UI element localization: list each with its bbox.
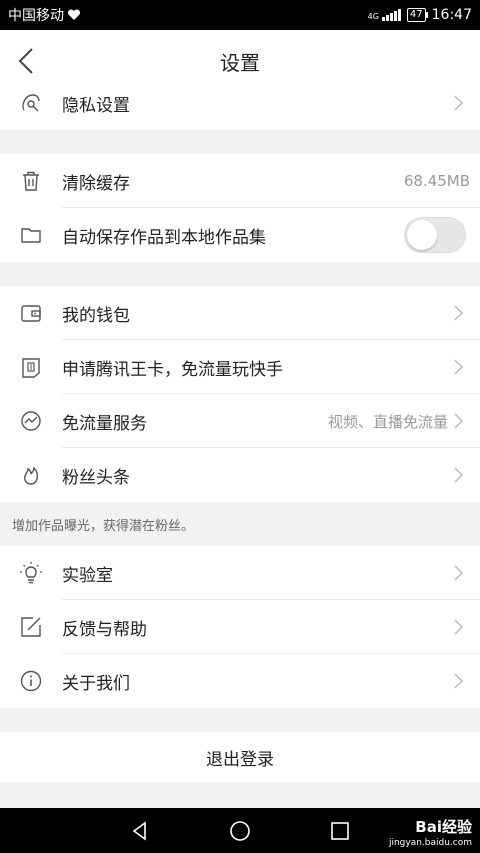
settings-row-clear-cache[interactable]: 清除缓存 68.45MB [0, 154, 480, 208]
settings-list[interactable]: 隐私设置 清除缓存 68.45MB 自动保存作品到本地作品集 我的钱包 申请腾讯… [0, 92, 480, 808]
chevron-right-icon [454, 467, 464, 483]
nav-bar: 设置 [0, 30, 480, 92]
settings-row-auto-save[interactable]: 自动保存作品到本地作品集 [0, 208, 480, 262]
carrier-name: 中国移动 [8, 8, 64, 24]
fans-headline-hint: 增加作品曝光，获得潜在粉丝。 [0, 502, 480, 546]
recents-square-icon[interactable] [329, 820, 351, 842]
watermark-brand: Bai经验 [415, 818, 472, 836]
section-about: 实验室 反馈与帮助 关于我们 [0, 546, 480, 708]
trash-icon [23, 171, 39, 191]
row-label: 关于我们 [62, 673, 130, 694]
data-free-icon [21, 411, 41, 431]
settings-row-tencent-card[interactable]: 申请腾讯王卡，免流量玩快手 [0, 340, 480, 394]
flame-icon [24, 466, 39, 485]
chevron-right-icon [454, 673, 464, 689]
lightbulb-icon [20, 562, 42, 584]
info-icon [20, 670, 42, 692]
row-label: 隐私设置 [62, 95, 130, 116]
row-label: 清除缓存 [62, 173, 130, 194]
watermark: Bai经验 jingyan.baidu.com [389, 819, 472, 851]
cache-size: 68.45MB [403, 172, 470, 190]
chevron-right-icon [454, 359, 464, 375]
chevron-right-icon [454, 413, 464, 429]
clock: 16:47 [431, 7, 472, 23]
settings-row-data-free[interactable]: 免流量服务 视频、直播免流量 [0, 394, 480, 448]
chevron-right-icon [454, 619, 464, 635]
battery-icon: 47 [406, 8, 428, 22]
privacy-icon [22, 94, 40, 112]
chevron-right-icon [454, 95, 464, 111]
signal-icon: 4G [368, 9, 401, 21]
section-storage: 清除缓存 68.45MB 自动保存作品到本地作品集 [0, 154, 480, 262]
row-label: 免流量服务 [62, 413, 147, 434]
heart-icon [67, 9, 81, 20]
row-label: 自动保存作品到本地作品集 [62, 227, 266, 248]
settings-row-feedback[interactable]: 反馈与帮助 [0, 600, 480, 654]
chevron-right-icon [454, 305, 464, 321]
tencent-card-icon [22, 358, 40, 378]
carrier: 中国移动 [8, 5, 81, 25]
settings-row-wallet[interactable]: 我的钱包 [0, 286, 480, 340]
folder-icon [21, 228, 41, 243]
watermark-url: jingyan.baidu.com [388, 838, 472, 848]
row-label: 反馈与帮助 [62, 619, 147, 640]
settings-row-privacy[interactable]: 隐私设置 [0, 92, 480, 130]
row-label: 实验室 [62, 565, 113, 586]
page-title: 设置 [220, 50, 260, 75]
feedback-icon [21, 617, 41, 637]
chevron-right-icon [454, 565, 464, 581]
section-services: 我的钱包 申请腾讯王卡，免流量玩快手 免流量服务 视频、直播免流量 粉丝头条 [0, 286, 480, 502]
auto-save-toggle[interactable] [404, 217, 466, 253]
row-label: 申请腾讯王卡，免流量玩快手 [62, 359, 283, 380]
back-triangle-icon[interactable] [129, 820, 151, 842]
data-free-status: 视频、直播免流量 [327, 412, 448, 431]
logout-button[interactable]: 退出登录 [0, 732, 480, 782]
settings-row-about[interactable]: 关于我们 [0, 654, 480, 708]
settings-row-fans-headline[interactable]: 粉丝头条 [0, 448, 480, 502]
status-bar: 中国移动 4G 47 16:47 [0, 0, 480, 30]
row-label: 粉丝头条 [62, 467, 130, 488]
row-label: 我的钱包 [62, 305, 130, 326]
wallet-icon [21, 305, 41, 322]
home-circle-icon[interactable] [229, 820, 251, 842]
settings-row-lab[interactable]: 实验室 [0, 546, 480, 600]
back-arrow-icon[interactable] [14, 45, 44, 77]
